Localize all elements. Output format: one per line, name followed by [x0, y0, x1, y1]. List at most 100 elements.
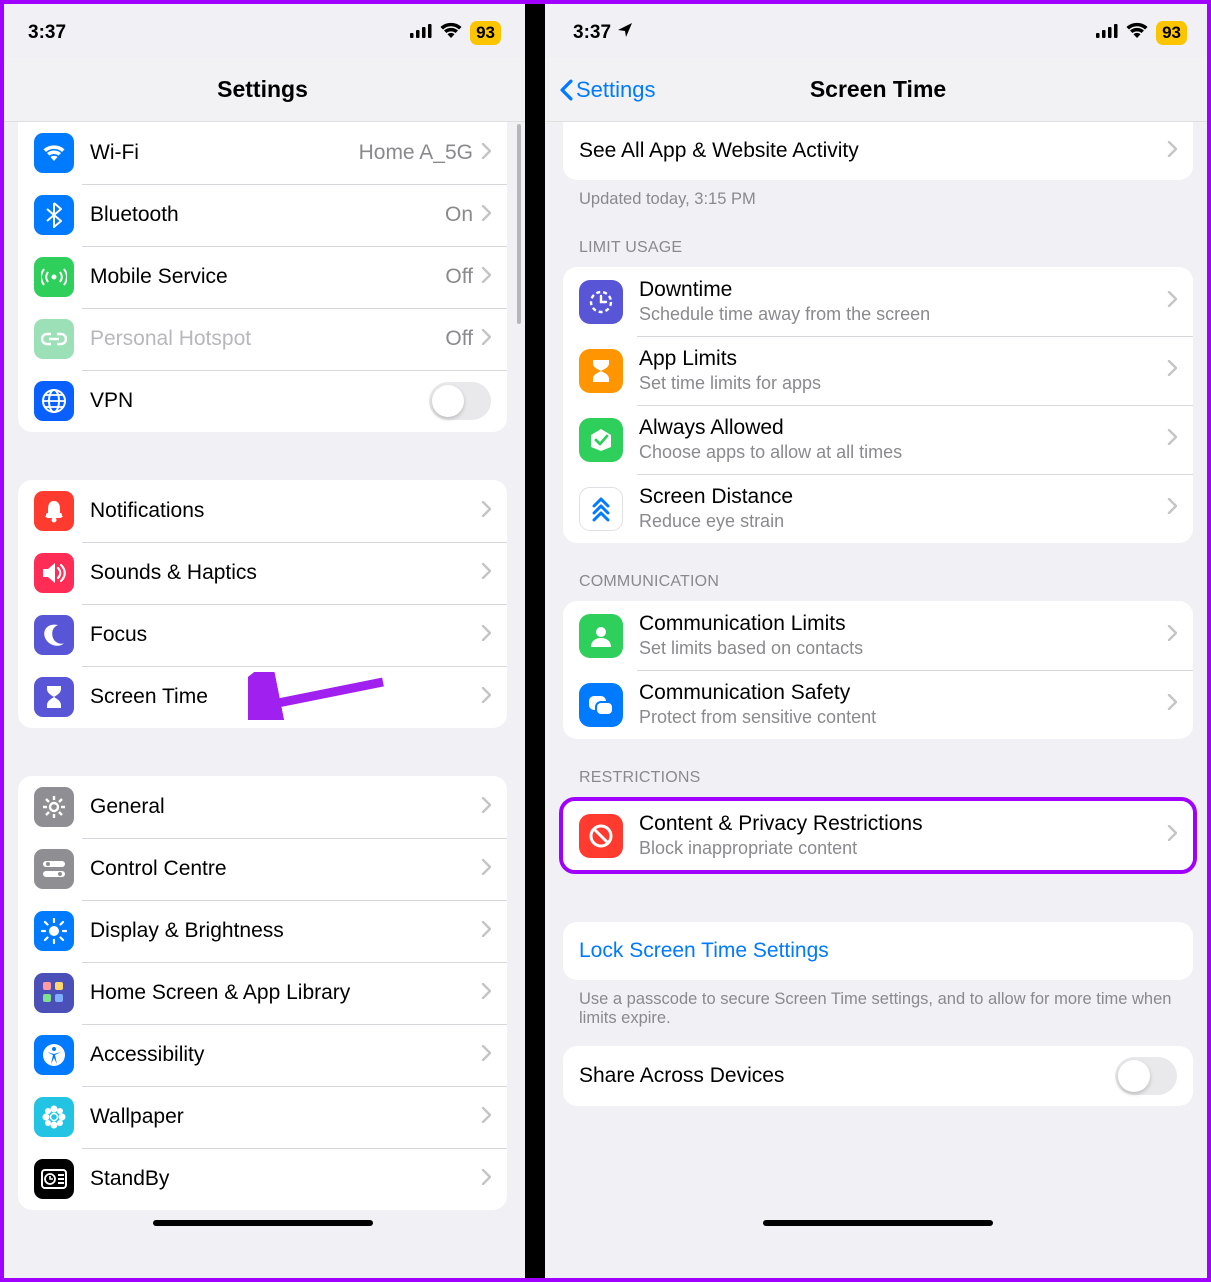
toggle[interactable] — [429, 382, 491, 420]
status-bar: 3:37 93 — [0, 0, 525, 58]
row-label: Focus — [90, 623, 481, 647]
row-value: Off — [445, 265, 473, 289]
screentime-screenshot: 3:37 93 Settings Screen Time See All App… — [545, 0, 1211, 1282]
settings-row-wallpaper[interactable]: Wallpaper — [18, 1086, 507, 1148]
row-value: Home A_5G — [359, 141, 473, 165]
chevron-right-icon — [481, 687, 491, 708]
back-button[interactable]: Settings — [559, 77, 656, 103]
settings-row-focus[interactable]: Focus — [18, 604, 507, 666]
row-title: Screen Distance — [639, 485, 1167, 509]
row-subtitle: Reduce eye strain — [639, 511, 1167, 532]
battery-icon: 93 — [1156, 21, 1187, 45]
chevron-right-icon — [1167, 291, 1177, 312]
home-indicator[interactable] — [153, 1220, 373, 1226]
chevron-right-icon — [1167, 498, 1177, 519]
settings-screenshot: 3:37 93 Settings Wi-FiHome A_5GBluetooth… — [0, 0, 525, 1282]
communication-group: Communication LimitsSet limits based on … — [563, 601, 1193, 739]
annotation-highlight: Content & Privacy RestrictionsBlock inap… — [559, 797, 1197, 874]
share-label: Share Across Devices — [579, 1064, 1115, 1088]
row-title: App Limits — [639, 347, 1167, 371]
row-value: Off — [445, 327, 473, 351]
back-label: Settings — [576, 77, 656, 103]
row-label: Bluetooth — [90, 203, 445, 227]
row-label: Wallpaper — [90, 1105, 481, 1129]
settings-row-personal-hotspot[interactable]: Personal HotspotOff — [18, 308, 507, 370]
scrollbar[interactable] — [517, 124, 521, 324]
settings-group-network: Wi-FiHome A_5GBluetoothOnMobile ServiceO… — [18, 122, 507, 432]
page-title: Settings — [217, 76, 308, 103]
activity-updated-label: Updated today, 3:15 PM — [579, 190, 1177, 209]
cellular-icon — [1096, 22, 1118, 44]
row-subtitle: Block inappropriate content — [639, 838, 1167, 859]
settings-row-home-screen-app-library[interactable]: Home Screen & App Library — [18, 962, 507, 1024]
row-subtitle: Protect from sensitive content — [639, 707, 1167, 728]
nav-bar: Settings Screen Time — [545, 58, 1211, 122]
settings-row-screen-time[interactable]: Screen Time — [18, 666, 507, 728]
distance-icon — [579, 487, 623, 531]
share-across-devices-row[interactable]: Share Across Devices — [563, 1046, 1193, 1106]
chevron-right-icon — [1167, 360, 1177, 381]
settings-scroll[interactable]: Wi-FiHome A_5GBluetoothOnMobile ServiceO… — [0, 122, 525, 1282]
settings-row-bluetooth[interactable]: BluetoothOn — [18, 184, 507, 246]
settings-row-vpn[interactable]: VPN — [18, 370, 507, 432]
share-group: Share Across Devices — [563, 1046, 1193, 1106]
chevron-right-icon — [481, 329, 491, 350]
link-icon — [34, 319, 74, 359]
settings-row-accessibility[interactable]: Accessibility — [18, 1024, 507, 1086]
globe-icon — [34, 381, 74, 421]
home-indicator[interactable] — [763, 1220, 993, 1226]
contact-icon — [579, 614, 623, 658]
safety-icon — [579, 683, 623, 727]
lock-settings-footer: Use a passcode to secure Screen Time set… — [579, 990, 1177, 1028]
chevron-right-icon — [481, 563, 491, 584]
settings-row-general[interactable]: General — [18, 776, 507, 838]
row-always-allowed[interactable]: Always AllowedChoose apps to allow at al… — [563, 405, 1193, 474]
downtime-icon — [579, 280, 623, 324]
settings-row-display-brightness[interactable]: Display & Brightness — [18, 900, 507, 962]
limit-usage-group: DowntimeSchedule time away from the scre… — [563, 267, 1193, 543]
settings-row-standby[interactable]: StandBy — [18, 1148, 507, 1210]
row-title: Always Allowed — [639, 416, 1167, 440]
chevron-right-icon — [1167, 825, 1177, 846]
chevron-right-icon — [481, 1107, 491, 1128]
lock-screentime-label: Lock Screen Time Settings — [579, 939, 829, 963]
applimit-icon — [579, 349, 623, 393]
row-title: Communication Safety — [639, 681, 1167, 705]
row-screen-distance[interactable]: Screen DistanceReduce eye strain — [563, 474, 1193, 543]
bell-icon — [34, 491, 74, 531]
row-communication-safety[interactable]: Communication SafetyProtect from sensiti… — [563, 670, 1193, 739]
lock-screentime-row[interactable]: Lock Screen Time Settings — [563, 922, 1193, 980]
grid-icon — [34, 973, 74, 1013]
settings-row-wi-fi[interactable]: Wi-FiHome A_5G — [18, 122, 507, 184]
location-icon — [617, 22, 633, 44]
row-label: Mobile Service — [90, 265, 445, 289]
wifi-icon — [34, 133, 74, 173]
settings-row-sounds-haptics[interactable]: Sounds & Haptics — [18, 542, 507, 604]
status-time: 3:37 — [573, 22, 611, 44]
see-all-activity-row[interactable]: See All App & Website Activity — [563, 122, 1193, 180]
settings-group-general: GeneralControl CentreDisplay & Brightnes… — [18, 776, 507, 1210]
row-subtitle: Schedule time away from the screen — [639, 304, 1167, 325]
row-content-privacy-restrictions[interactable]: Content & Privacy RestrictionsBlock inap… — [563, 801, 1193, 870]
settings-row-mobile-service[interactable]: Mobile ServiceOff — [18, 246, 507, 308]
chevron-right-icon — [481, 205, 491, 226]
screentime-scroll[interactable]: See All App & Website Activity Updated t… — [545, 122, 1211, 1282]
chevron-right-icon — [481, 143, 491, 164]
row-value: On — [445, 203, 473, 227]
gear-icon — [34, 787, 74, 827]
chevron-right-icon — [1167, 625, 1177, 646]
row-app-limits[interactable]: App LimitsSet time limits for apps — [563, 336, 1193, 405]
row-communication-limits[interactable]: Communication LimitsSet limits based on … — [563, 601, 1193, 670]
row-label: VPN — [90, 389, 429, 413]
access-icon — [34, 1035, 74, 1075]
settings-row-notifications[interactable]: Notifications — [18, 480, 507, 542]
row-title: Content & Privacy Restrictions — [639, 812, 1167, 836]
chevron-right-icon — [481, 1045, 491, 1066]
settings-row-control-centre[interactable]: Control Centre — [18, 838, 507, 900]
share-toggle[interactable] — [1115, 1057, 1177, 1095]
row-label: Notifications — [90, 499, 481, 523]
row-subtitle: Set time limits for apps — [639, 373, 1167, 394]
lock-settings-group: Lock Screen Time Settings — [563, 922, 1193, 980]
row-downtime[interactable]: DowntimeSchedule time away from the scre… — [563, 267, 1193, 336]
allowed-icon — [579, 418, 623, 462]
